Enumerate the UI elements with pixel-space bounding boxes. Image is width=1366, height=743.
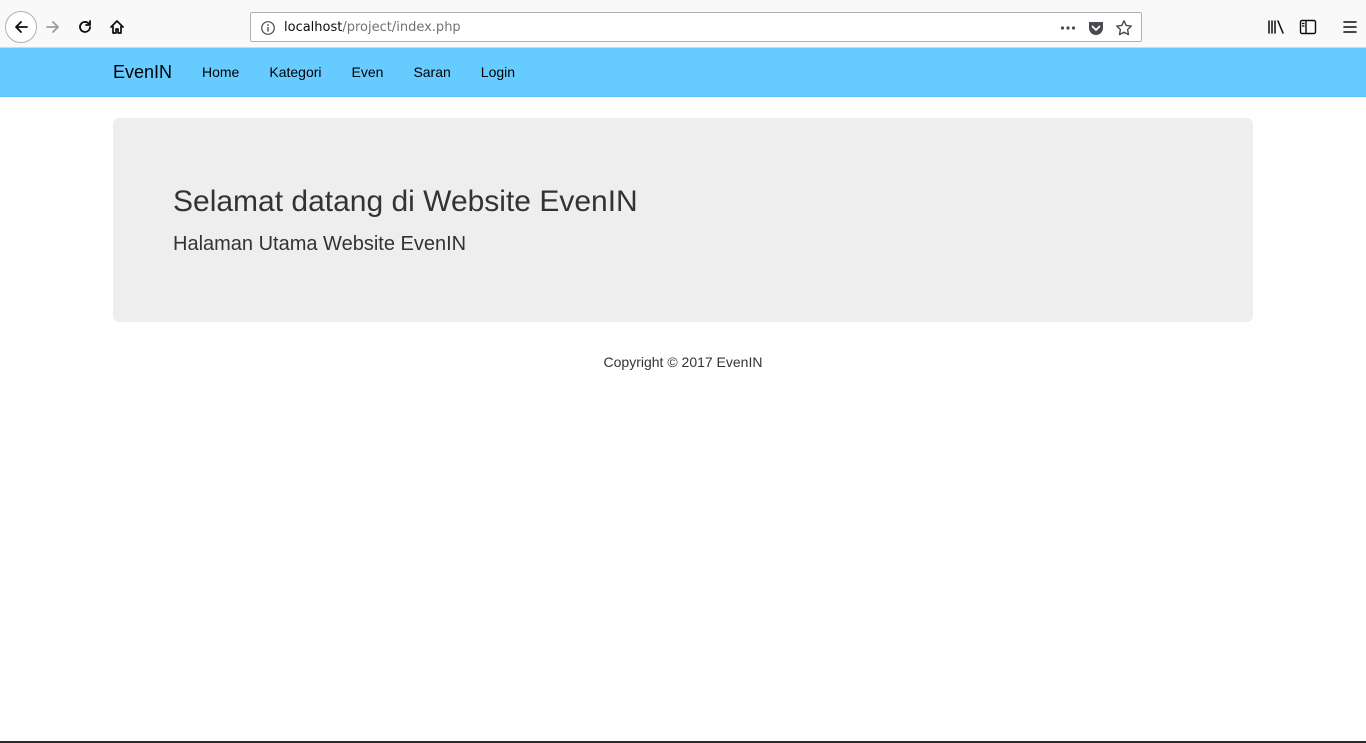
url-host: localhost	[284, 20, 343, 35]
nav-item-home[interactable]: Home	[187, 48, 254, 97]
url-text[interactable]: localhost/project/index.php	[284, 20, 461, 36]
hamburger-menu-icon[interactable]	[1334, 11, 1366, 43]
right-toolbar	[1260, 11, 1366, 43]
home-button[interactable]	[101, 11, 133, 43]
forward-button[interactable]	[37, 11, 69, 43]
address-bar[interactable]: localhost/project/index.php	[250, 12, 1142, 42]
footer-copyright: Copyright © 2017 EvenIN	[603, 354, 763, 370]
star-icon[interactable]	[1113, 17, 1135, 39]
nav-item-login[interactable]: Login	[466, 48, 530, 97]
jumbotron: Selamat datang di Website EvenIN Halaman…	[113, 118, 1253, 322]
page-subtitle: Halaman Utama Website EvenIN	[173, 233, 467, 255]
reload-button[interactable]	[69, 11, 101, 43]
home-icon	[110, 20, 124, 34]
page-actions	[1057, 17, 1135, 39]
more-dots-icon[interactable]	[1057, 17, 1079, 39]
nav-menu: Home Kategori Even Saran Login	[187, 48, 530, 97]
back-arrow-icon	[15, 21, 28, 33]
back-button[interactable]	[5, 11, 37, 43]
reload-icon	[79, 20, 91, 33]
sidebar-icon[interactable]	[1292, 11, 1324, 43]
forward-arrow-icon	[46, 21, 59, 33]
brand-link[interactable]: EvenIN	[113, 62, 172, 82]
library-icon[interactable]	[1260, 11, 1292, 43]
nav-item-saran[interactable]: Saran	[398, 48, 465, 97]
nav-item-kategori[interactable]: Kategori	[254, 48, 336, 97]
pocket-icon[interactable]	[1085, 17, 1107, 39]
site-navbar: EvenIN Home Kategori Even Saran Login	[0, 48, 1366, 97]
nav-item-even[interactable]: Even	[337, 48, 399, 97]
info-icon[interactable]	[260, 20, 276, 36]
url-path: /project/index.php	[342, 20, 461, 35]
browser-toolbar: localhost/project/index.php	[0, 0, 1366, 48]
page-title: Selamat datang di Website EvenIN	[173, 185, 638, 218]
